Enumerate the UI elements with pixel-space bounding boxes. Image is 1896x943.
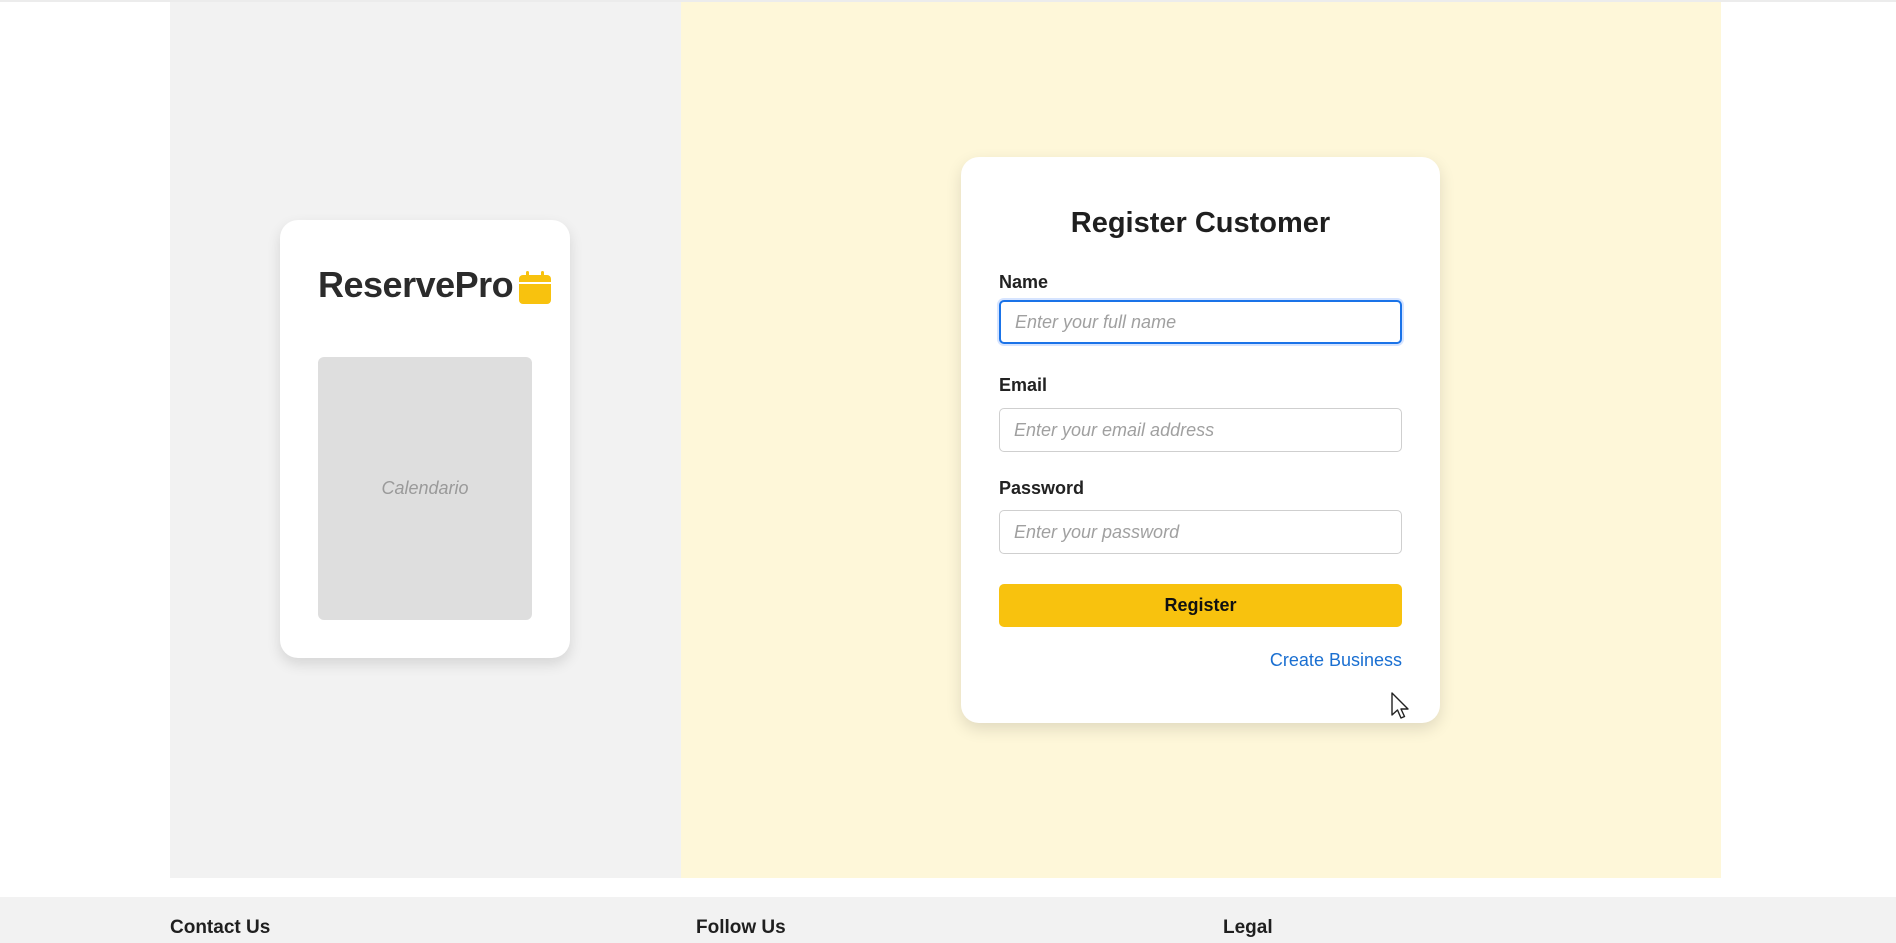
page: ReservePro Calendario Register Customer … [0,0,1896,943]
footer: Contact Us Follow Us Legal [0,897,1896,943]
form-panel: Register Customer Name Email Password Re… [681,2,1721,878]
name-label: Name [999,272,1049,292]
brand-panel: ReservePro Calendario [170,2,681,878]
create-business-link[interactable]: Create Business [1270,650,1402,671]
name-input[interactable] [999,300,1402,344]
calendar-image-placeholder: Calendario [318,357,532,620]
password-input[interactable] [999,510,1402,554]
password-label: Password [999,478,1085,498]
brand-name: ReservePro [318,264,514,305]
email-input[interactable] [999,408,1402,452]
footer-follow-heading: Follow Us [696,917,786,938]
calendar-icon [519,271,552,304]
brand-card: ReservePro Calendario [280,220,570,658]
main-content: ReservePro Calendario Register Customer … [170,2,1721,878]
brand-logo: ReservePro [318,264,553,306]
mouse-cursor-icon [1391,692,1409,719]
register-form: Register Customer Name Email Password Re… [961,157,1440,723]
image-placeholder-label: Calendario [381,478,469,498]
register-button[interactable]: Register [999,584,1402,627]
email-label: Email [999,375,1048,395]
form-title: Register Customer [1070,207,1331,239]
footer-legal-heading: Legal [1223,917,1273,938]
footer-contact-heading: Contact Us [170,917,271,938]
